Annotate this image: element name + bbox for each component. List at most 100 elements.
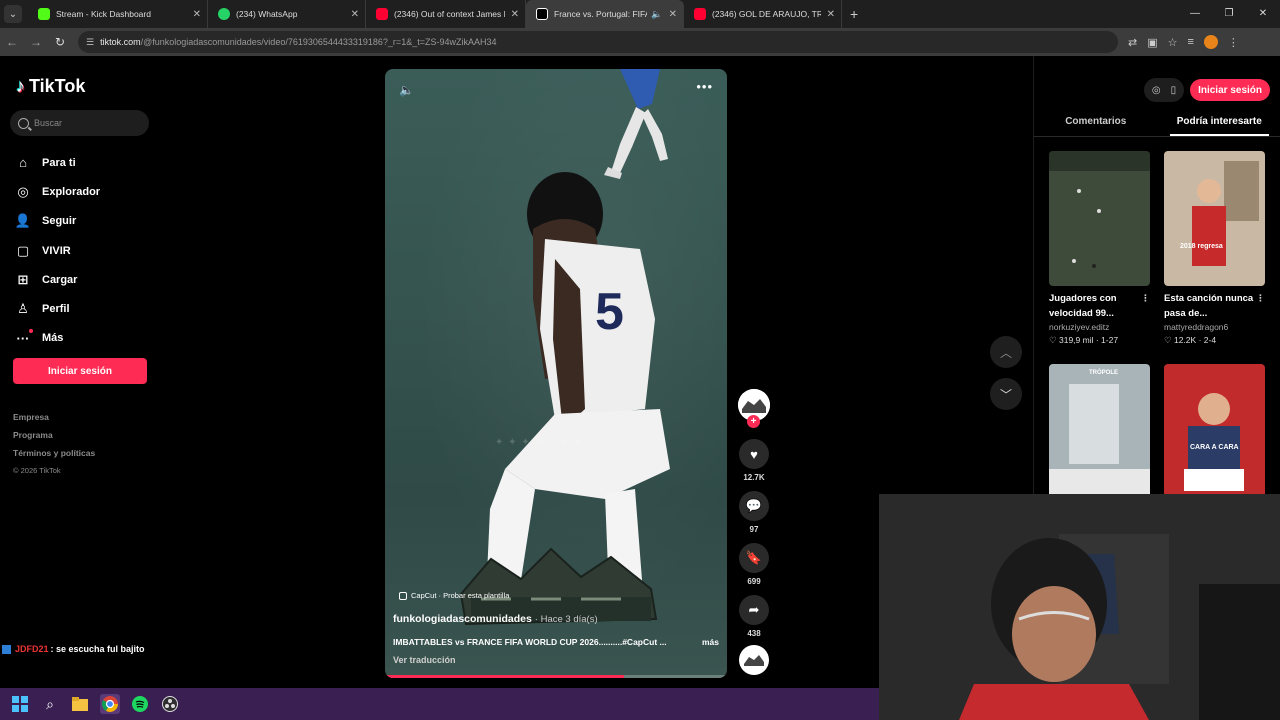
sidebar-item-label: Más [42, 332, 64, 345]
spotify-icon[interactable] [130, 694, 150, 714]
device-icon[interactable]: ▯ [1171, 85, 1177, 96]
card-title[interactable]: Jugadores con velocidad 99... ⋮ [1049, 291, 1150, 321]
windows-start-icon[interactable] [10, 694, 30, 714]
new-tab-icon[interactable]: + [850, 6, 858, 22]
share-icon[interactable]: ➦ [739, 595, 769, 625]
follow-plus-button[interactable]: + [747, 415, 760, 428]
volume-icon[interactable]: 🔈 [399, 83, 414, 97]
suggested-video-card[interactable]: 2018 regresa Esta canción nunca pasa de.… [1164, 151, 1265, 346]
media-control-icon[interactable]: ≡ [1188, 36, 1194, 48]
close-icon[interactable]: ✕ [511, 9, 519, 20]
notification-dot [29, 328, 33, 333]
search-box[interactable] [10, 110, 149, 136]
video-thumbnail[interactable]: 2018 regresa [1164, 151, 1265, 286]
jersey-number: 5 [595, 283, 624, 341]
speaker-icon[interactable]: 🔈 [651, 9, 662, 20]
card-username[interactable]: norkuziyev.editz [1049, 322, 1150, 332]
sidebar-item-para-ti[interactable]: ⌂ Para ti [14, 148, 100, 177]
profile-avatar-icon[interactable] [1203, 35, 1218, 49]
sound-disc[interactable] [737, 645, 771, 675]
suggested-video-card[interactable]: CARA A CARA [1164, 364, 1265, 499]
tiktok-note-icon: ♪ [16, 76, 25, 96]
install-icon[interactable]: ▣ [1147, 36, 1157, 49]
see-translation-link[interactable]: Ver traducción [393, 655, 456, 665]
browser-menu-icon[interactable]: ⋮ [1228, 36, 1239, 49]
obs-icon[interactable] [160, 694, 180, 714]
video-player[interactable]: 5 ✦ ✦ ✦ ✦ ✦ ✦ ✦ 🔈 ••• CapCut · Probar es… [385, 69, 727, 678]
close-window-icon[interactable]: ✕ [1246, 0, 1280, 28]
top-login-button[interactable]: Iniciar sesión [1190, 79, 1270, 101]
capcut-template-link[interactable]: CapCut · Probar esta plantilla [399, 591, 509, 600]
previous-video-button[interactable]: ︿ [990, 336, 1022, 368]
caption-more-link[interactable]: más [702, 637, 719, 647]
suggested-video-card[interactable]: Jugadores con velocidad 99... ⋮ norkuziye… [1049, 151, 1150, 346]
back-icon[interactable]: ← [0, 35, 24, 49]
browser-tab-whatsapp[interactable]: (234) WhatsApp ✕ [208, 0, 366, 28]
site-info-icon[interactable]: ☰ [86, 37, 94, 48]
maximize-icon[interactable]: ❐ [1212, 0, 1246, 28]
tab-search-icon[interactable]: ⌄ [4, 5, 22, 23]
profile-icon: ♙ [17, 301, 29, 317]
logo-text: TikTok [29, 76, 86, 96]
footer-link-empresa[interactable]: Empresa [13, 412, 95, 430]
login-button[interactable]: Iniciar sesión [13, 358, 147, 384]
url-input[interactable]: ☰ tiktok.com/@funkologiadascomunidades/v… [78, 31, 1118, 53]
more-icon: ··· [14, 328, 33, 346]
next-video-button[interactable]: ﹀ [990, 378, 1022, 410]
right-tabs: Comentarios Podría interesarte [1034, 114, 1280, 136]
forward-icon[interactable]: → [24, 35, 48, 49]
close-icon[interactable]: ✕ [193, 9, 201, 20]
address-bar: ← → ↻ ☰ tiktok.com/@funkologiadascomunid… [0, 28, 1280, 56]
capcut-label: CapCut · Probar esta plantilla [411, 591, 510, 600]
tiktok-logo[interactable]: ♪ TikTok [16, 76, 85, 97]
sidebar-item-seguir[interactable]: 👤 Seguir [14, 207, 100, 236]
video-progress-bar[interactable] [385, 675, 727, 678]
stream-chat-message: JDFD21 : se escucha ful bajito [2, 644, 145, 654]
reload-icon[interactable]: ↻ [48, 35, 72, 49]
author-name[interactable]: funkologiadascomunidades [393, 613, 532, 625]
taskbar-search-icon[interactable]: ⌕ [40, 694, 60, 714]
footer-link-terminos[interactable]: Términos y políticas [13, 448, 95, 466]
like-action[interactable]: ♥ 12.7K [737, 439, 771, 482]
video-thumbnail[interactable] [1049, 151, 1150, 286]
sound-disc-icon[interactable] [739, 645, 769, 675]
sidebar-item-cargar[interactable]: ⊞ Cargar [14, 265, 100, 294]
heart-icon[interactable]: ♥ [739, 439, 769, 469]
footer-link-programa[interactable]: Programa [13, 430, 95, 448]
comment-action[interactable]: 💬 97 [737, 491, 771, 534]
browser-tab-youtube-2[interactable]: (2346) GOL DE ARAUJO, TRIUN ✕ [684, 0, 842, 28]
sidebar-item-mas[interactable]: ··· Más [14, 324, 100, 353]
suggested-video-card[interactable]: TRÓPOLE [1049, 364, 1150, 499]
close-icon[interactable]: ✕ [351, 9, 359, 20]
bookmark-star-icon[interactable]: ☆ [1168, 36, 1178, 49]
search-input[interactable] [34, 118, 134, 128]
bookmark-icon[interactable]: 🔖 [739, 543, 769, 573]
video-thumbnail[interactable]: CARA A CARA [1164, 364, 1265, 499]
minimize-icon[interactable]: — [1178, 0, 1212, 28]
browser-tab-youtube-1[interactable]: (2346) Out of context James Ro ✕ [366, 0, 526, 28]
card-username[interactable]: mattyreddragon6 [1164, 322, 1265, 332]
card-menu-icon[interactable]: ⋮ [1141, 291, 1150, 306]
card-title[interactable]: Esta canción nunca pasa de... ⋮ [1164, 291, 1265, 321]
tab-comentarios[interactable]: Comentarios [1034, 114, 1158, 136]
tab-podria-interesarte[interactable]: Podría interesarte [1158, 114, 1280, 136]
share-action[interactable]: ➦ 438 [737, 595, 771, 638]
chrome-icon[interactable] [100, 694, 120, 714]
browser-tab-tiktok[interactable]: France vs. Portugal: FIFA W 🔈 ✕ [526, 0, 684, 28]
video-thumbnail[interactable]: TRÓPOLE [1049, 364, 1150, 499]
sidebar-item-vivir[interactable]: ▢ VIVIR [14, 236, 100, 265]
video-author[interactable]: funkologiadascomunidades · Hace 3 día(s) [393, 613, 598, 625]
url-path: /@funkologiadascomunidades/video/7619306… [140, 37, 497, 47]
coin-icon[interactable]: ◎ [1152, 85, 1161, 96]
comment-icon[interactable]: 💬 [739, 491, 769, 521]
card-menu-icon[interactable]: ⋮ [1256, 291, 1265, 306]
translate-icon[interactable]: ⇄ [1128, 36, 1137, 49]
close-icon[interactable]: ✕ [669, 9, 677, 20]
save-action[interactable]: 🔖 699 [737, 543, 771, 586]
more-options-icon[interactable]: ••• [696, 79, 713, 94]
sidebar-item-perfil[interactable]: ♙ Perfil [14, 294, 100, 323]
browser-tab-kick[interactable]: Stream - Kick Dashboard ✕ [28, 0, 208, 28]
sidebar-item-explorador[interactable]: ◎ Explorador [14, 177, 100, 206]
close-icon[interactable]: ✕ [827, 9, 835, 20]
file-explorer-icon[interactable] [70, 694, 90, 714]
